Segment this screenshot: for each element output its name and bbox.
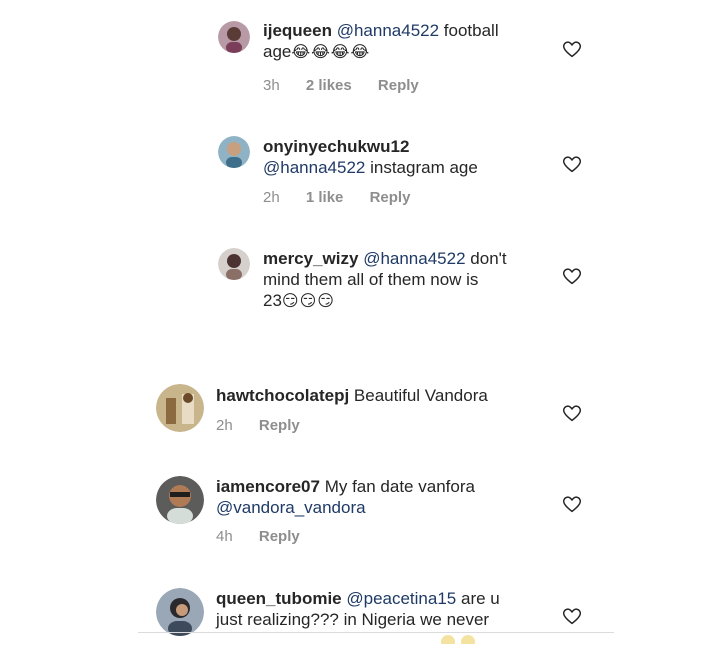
comment-meta: 2h Reply xyxy=(216,417,322,434)
comment-mention[interactable]: @peacetina15 xyxy=(346,589,456,608)
partial-emoji-icon xyxy=(441,635,475,644)
comment-body: just realizing??? in Nigeria we never xyxy=(216,610,490,629)
comment-time: 3h xyxy=(263,77,280,94)
comment-meta: 3h 2 likes Reply xyxy=(263,77,441,94)
comment-body: Beautiful Vandora xyxy=(353,386,488,405)
avatar-icon xyxy=(218,136,250,168)
comment-text: onyinyechukwu12 @hanna4522 instagram age xyxy=(263,136,553,178)
comment-body: mind them all of them now is xyxy=(263,270,479,289)
avatar-icon xyxy=(218,21,250,53)
comment-body: My fan date vanfora xyxy=(324,477,475,496)
comment-text: iamencore07 My fan date vanfora @vandora… xyxy=(216,476,556,518)
comment-input-divider xyxy=(138,632,614,633)
comment-body: 23 xyxy=(263,291,282,310)
comment-username[interactable]: ijequeen xyxy=(263,21,332,40)
comment-likes[interactable]: 1 like xyxy=(306,189,344,206)
comment-meta: 2h 1 like Reply xyxy=(263,189,432,206)
comment-body: age xyxy=(263,42,292,61)
comment-body: instagram age xyxy=(370,158,478,177)
reply-button[interactable]: Reply xyxy=(259,528,300,545)
reply-button[interactable]: Reply xyxy=(378,77,419,94)
heart-outline-icon[interactable] xyxy=(562,155,582,173)
comment-text: mercy_wizy @hanna4522 don't mind them al… xyxy=(263,248,543,312)
comment-username[interactable]: mercy_wizy xyxy=(263,249,358,268)
comment-username[interactable]: queen_tubomie xyxy=(216,589,342,608)
comment-mention[interactable]: @vandora_vandora xyxy=(216,498,366,517)
comment-meta: 4h Reply xyxy=(216,528,322,545)
comment-emoji: 😏😏😏 xyxy=(281,293,335,310)
avatar-icon xyxy=(156,476,204,524)
comment-mention[interactable]: @hanna4522 xyxy=(263,158,365,177)
comment-body: football xyxy=(443,21,499,40)
comment-emoji: 😂😂😂😂 xyxy=(291,44,371,61)
comment-likes[interactable]: 2 likes xyxy=(306,77,352,94)
comment-text: queen_tubomie @peacetina15 are u just re… xyxy=(216,588,556,630)
comment-body: are u xyxy=(461,589,500,608)
comment-mention[interactable]: @hanna4522 xyxy=(337,21,439,40)
reply-button[interactable]: Reply xyxy=(259,417,300,434)
avatar-icon xyxy=(156,384,204,432)
comment-username[interactable]: iamencore07 xyxy=(216,477,320,496)
comment-body: don't xyxy=(470,249,507,268)
reply-button[interactable]: Reply xyxy=(370,189,411,206)
comment-mention[interactable]: @hanna4522 xyxy=(363,249,465,268)
comment-text: hawtchocolatepj Beautiful Vandora xyxy=(216,385,556,406)
avatar[interactable] xyxy=(218,136,250,168)
heart-outline-icon[interactable] xyxy=(562,404,582,422)
avatar[interactable] xyxy=(156,588,204,636)
heart-outline-icon[interactable] xyxy=(562,267,582,285)
avatar[interactable] xyxy=(218,21,250,53)
comment-time: 2h xyxy=(216,417,233,434)
heart-outline-icon[interactable] xyxy=(562,495,582,513)
comment-text: ijequeen @hanna4522 football age😂😂😂😂 xyxy=(263,20,543,63)
comment-username[interactable]: hawtchocolatepj xyxy=(216,386,349,405)
comment-time: 2h xyxy=(263,189,280,206)
avatar[interactable] xyxy=(218,248,250,280)
avatar-icon xyxy=(156,588,204,636)
comment-time: 4h xyxy=(216,528,233,545)
heart-outline-icon[interactable] xyxy=(562,40,582,58)
avatar-icon xyxy=(218,248,250,280)
avatar[interactable] xyxy=(156,384,204,432)
comment-username[interactable]: onyinyechukwu12 xyxy=(263,137,409,156)
heart-outline-icon[interactable] xyxy=(562,607,582,625)
avatar[interactable] xyxy=(156,476,204,524)
